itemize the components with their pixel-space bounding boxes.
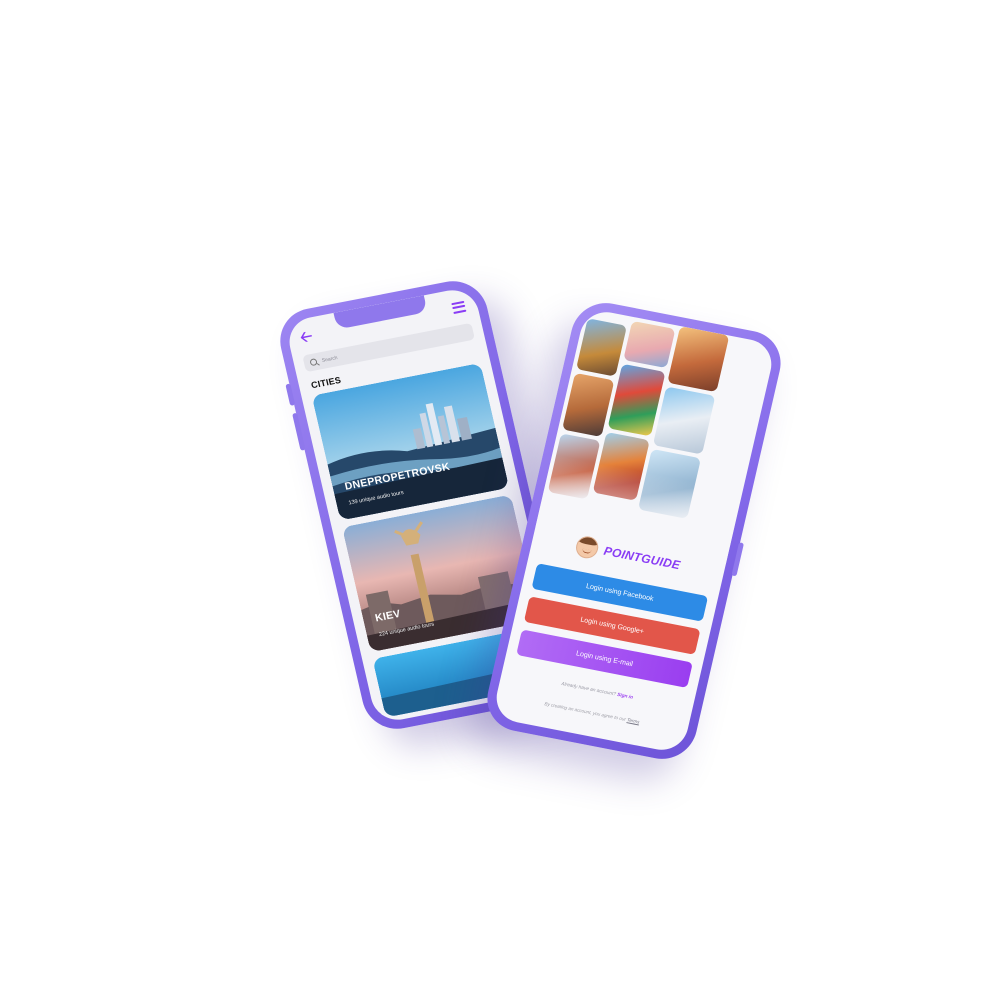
terms-line: By creating an account, you agree to our…: [496, 692, 688, 734]
city-card-dnepropetrovsk[interactable]: DNEPROPETROVSK 139 unique audio tours: [311, 362, 510, 521]
landmark-photo: [667, 326, 730, 393]
login-screen: POINTGUIDE Login using Facebook Login us…: [491, 307, 777, 755]
terms-link[interactable]: Terms: [627, 717, 640, 724]
section-title: CITIES: [310, 374, 343, 391]
sign-in-link[interactable]: Sign in: [616, 693, 633, 701]
search-icon: [309, 358, 318, 367]
landmark-photo: [623, 320, 676, 369]
account-prompt-text: Already have an account?: [560, 681, 617, 698]
phone-side-button: [731, 542, 745, 577]
phone-side-button: [292, 412, 306, 451]
phone-side-button: [285, 383, 296, 406]
landmark-photo: [562, 372, 615, 438]
city-photo: [311, 362, 510, 521]
search-placeholder: Search: [321, 354, 339, 364]
menu-icon[interactable]: [451, 300, 467, 314]
phone-login: POINTGUIDE Login using Facebook Login us…: [480, 297, 788, 765]
landmark-photo: [576, 318, 627, 377]
landmark-collage: [535, 308, 777, 565]
avatar-icon: [574, 534, 601, 561]
back-arrow-icon[interactable]: 🡠: [298, 327, 314, 346]
landmark-photo: [652, 386, 716, 455]
terms-prompt-text: By creating an account, you agree to our: [544, 701, 627, 722]
